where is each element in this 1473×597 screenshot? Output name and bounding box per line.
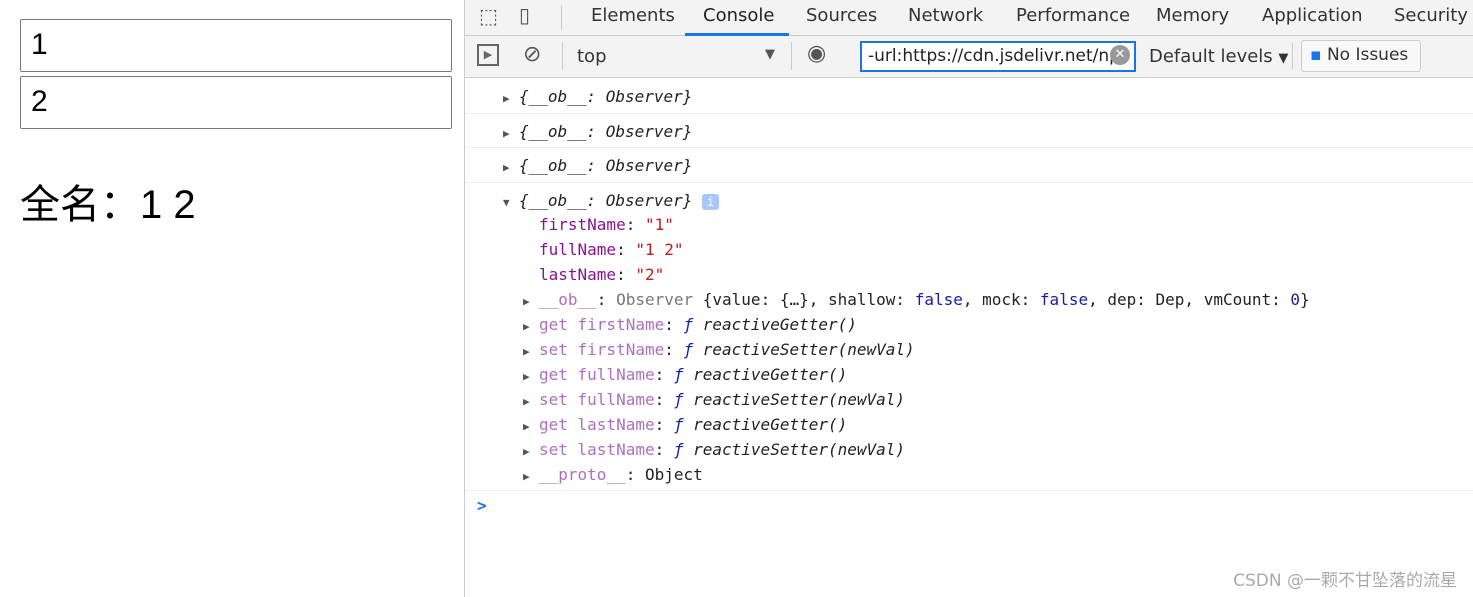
expand-triangle-icon[interactable]: ▶	[523, 470, 539, 483]
divider	[1292, 42, 1293, 70]
accessor-row[interactable]: ▶ get lastName: ƒ reactiveGetter()	[523, 415, 847, 434]
proto-row[interactable]: ▶ __proto__: Object	[523, 465, 703, 484]
console-prompt[interactable]: >	[477, 496, 487, 515]
console-filter-input[interactable]: -url:https://cdn.jsdelivr.net/np	[860, 41, 1136, 72]
issues-button[interactable]: ▪ No Issues	[1301, 40, 1421, 72]
collapse-triangle-icon[interactable]: ▼	[503, 196, 519, 209]
expand-triangle-icon[interactable]: ▶	[523, 445, 539, 458]
devtools-tabbar: ⬚ ▯ Elements Console Sources Network Per…	[465, 0, 1473, 36]
tab-sources[interactable]: Sources	[806, 5, 877, 26]
accessor-row[interactable]: ▶ set firstName: ƒ reactiveSetter(newVal)	[523, 340, 915, 359]
tab-console[interactable]: Console	[703, 5, 774, 26]
context-select[interactable]: top	[577, 46, 607, 67]
expand-triangle-icon[interactable]: ▶	[523, 295, 539, 308]
tab-network[interactable]: Network	[908, 5, 983, 26]
log-summary: {__ob__: Observer}	[519, 191, 693, 210]
log-levels-select[interactable]: Default levels ▼	[1149, 46, 1288, 67]
console-toolbar: ▶ ⊘ top ▼ ◉ -url:https://cdn.jsdelivr.ne…	[465, 36, 1473, 78]
property-row: fullName: "1 2"	[539, 240, 684, 259]
expand-triangle-icon[interactable]: ▶	[523, 395, 539, 408]
property-row: lastName: "2"	[539, 265, 665, 284]
tab-performance[interactable]: Performance	[1016, 5, 1130, 26]
console-log-entry-expanded[interactable]: ▼ {__ob__: Observer} i firstName: "1" ful…	[465, 183, 1473, 491]
divider	[791, 42, 792, 70]
device-toolbar-icon[interactable]: ▯	[519, 3, 530, 27]
expand-triangle-icon[interactable]: ▶	[523, 370, 539, 383]
full-name-display: 全名：1 2	[20, 172, 196, 230]
property-row: firstName: "1"	[539, 215, 674, 234]
divider	[562, 42, 563, 70]
log-summary: {__ob__: Observer}	[519, 122, 693, 141]
tab-memory[interactable]: Memory	[1156, 5, 1229, 26]
filter-value: -url:https://cdn.jsdelivr.net/np	[868, 46, 1120, 66]
expand-triangle-icon[interactable]: ▶	[503, 161, 519, 174]
tab-security[interactable]: Security	[1394, 5, 1468, 26]
sidebar-toggle-icon[interactable]: ▶	[477, 44, 499, 66]
console-log-entry[interactable]: ▶ {__ob__: Observer}	[465, 114, 1473, 148]
app-page: 1 2 全名：1 2	[0, 0, 464, 597]
watermark: CSDN @一颗不甘坠落的流星	[1233, 571, 1457, 591]
divider	[561, 6, 562, 30]
last-name-input[interactable]: 2	[20, 76, 452, 129]
clear-console-icon[interactable]: ⊘	[523, 42, 541, 67]
accessor-row[interactable]: ▶ get fullName: ƒ reactiveGetter()	[523, 365, 847, 384]
context-dropdown-icon[interactable]: ▼	[765, 47, 775, 62]
expand-triangle-icon[interactable]: ▶	[503, 92, 519, 105]
issues-icon: ▪	[1310, 45, 1322, 65]
expand-triangle-icon[interactable]: ▶	[523, 345, 539, 358]
first-name-input[interactable]: 1	[20, 19, 452, 72]
log-summary: {__ob__: Observer}	[519, 87, 693, 106]
console-log-entry[interactable]: ▶ {__ob__: Observer}	[465, 79, 1473, 114]
accessor-row[interactable]: ▶ set fullName: ƒ reactiveSetter(newVal)	[523, 390, 905, 409]
log-summary: {__ob__: Observer}	[519, 156, 693, 175]
tab-application[interactable]: Application	[1262, 5, 1363, 26]
expand-triangle-icon[interactable]: ▶	[503, 127, 519, 140]
devtools-panel: ⬚ ▯ Elements Console Sources Network Per…	[464, 0, 1473, 597]
full-name-value: 1 2	[140, 183, 196, 227]
log-levels-label: Default levels	[1149, 46, 1273, 67]
full-name-label: 全名：	[20, 183, 140, 227]
expand-triangle-icon[interactable]: ▶	[523, 420, 539, 433]
clear-filter-icon[interactable]: ✕	[1110, 45, 1130, 65]
levels-dropdown-icon: ▼	[1278, 51, 1289, 66]
tab-elements[interactable]: Elements	[591, 5, 675, 26]
ob-property-row[interactable]: ▶ __ob__: Observer {value: {…}, shallow: …	[523, 290, 1310, 309]
live-expression-eye-icon[interactable]: ◉	[807, 41, 826, 66]
issues-label: No Issues	[1326, 45, 1409, 65]
inspect-element-icon[interactable]: ⬚	[479, 4, 498, 28]
accessor-row[interactable]: ▶ get firstName: ƒ reactiveGetter()	[523, 315, 857, 334]
console-log-entry[interactable]: ▶ {__ob__: Observer}	[465, 148, 1473, 183]
accessor-row[interactable]: ▶ set lastName: ƒ reactiveSetter(newVal)	[523, 440, 905, 459]
info-icon[interactable]: i	[702, 194, 720, 210]
expand-triangle-icon[interactable]: ▶	[523, 320, 539, 333]
